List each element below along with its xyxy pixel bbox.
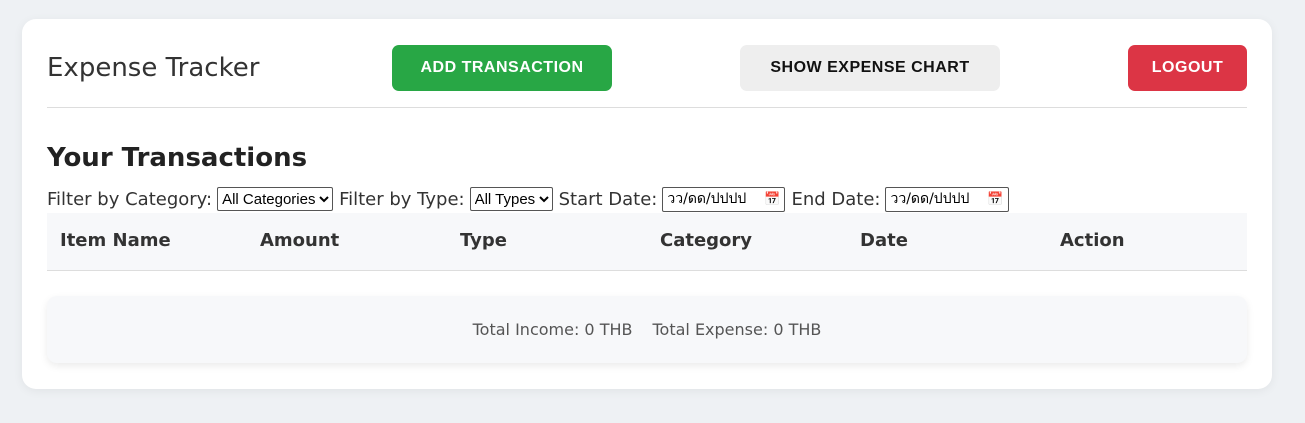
column-header-action: Action	[1060, 230, 1125, 251]
column-header-item-name: Item Name	[60, 230, 171, 251]
column-header-category: Category	[660, 230, 753, 251]
start-date-placeholder: วว/ดด/ปปปป	[667, 191, 747, 207]
show-expense-chart-button[interactable]: SHOW EXPENSE CHART	[740, 45, 1000, 91]
total-expense: Total Expense: 0 THB	[652, 320, 822, 339]
type-filter-select[interactable]: All Types	[469, 187, 553, 211]
app-header: Expense Tracker ADD TRANSACTION SHOW EXP…	[47, 45, 1247, 108]
logout-button[interactable]: LOGOUT	[1128, 45, 1247, 91]
add-transaction-button[interactable]: ADD TRANSACTION	[392, 45, 612, 91]
category-filter-select[interactable]: All Categories	[217, 187, 334, 211]
start-date-label: Start Date:	[558, 188, 658, 210]
transactions-table-header: Item Name Amount Type Category Date Acti…	[47, 213, 1247, 271]
start-date-input[interactable]: วว/ดด/ปปปป 📅	[662, 186, 786, 212]
column-header-amount: Amount	[260, 230, 340, 251]
calendar-icon[interactable]: 📅	[987, 192, 1003, 207]
app-title: Expense Tracker	[47, 53, 260, 83]
type-filter-label: Filter by Type:	[339, 188, 465, 210]
calendar-icon[interactable]: 📅	[764, 192, 780, 207]
total-income: Total Income: 0 THB	[472, 320, 633, 339]
filter-bar: Filter by Category: All Categories Filte…	[47, 186, 1015, 212]
category-filter-label: Filter by Category:	[47, 188, 213, 210]
column-header-type: Type	[460, 230, 507, 251]
column-header-date: Date	[860, 230, 908, 251]
totals-summary: Total Income: 0 THB Total Expense: 0 THB	[47, 296, 1247, 363]
end-date-label: End Date:	[791, 188, 881, 210]
section-title: Your Transactions	[47, 143, 308, 173]
main-card: Expense Tracker ADD TRANSACTION SHOW EXP…	[22, 19, 1272, 389]
end-date-placeholder: วว/ดด/ปปปป	[890, 191, 970, 207]
end-date-input[interactable]: วว/ดด/ปปปป 📅	[885, 186, 1009, 212]
